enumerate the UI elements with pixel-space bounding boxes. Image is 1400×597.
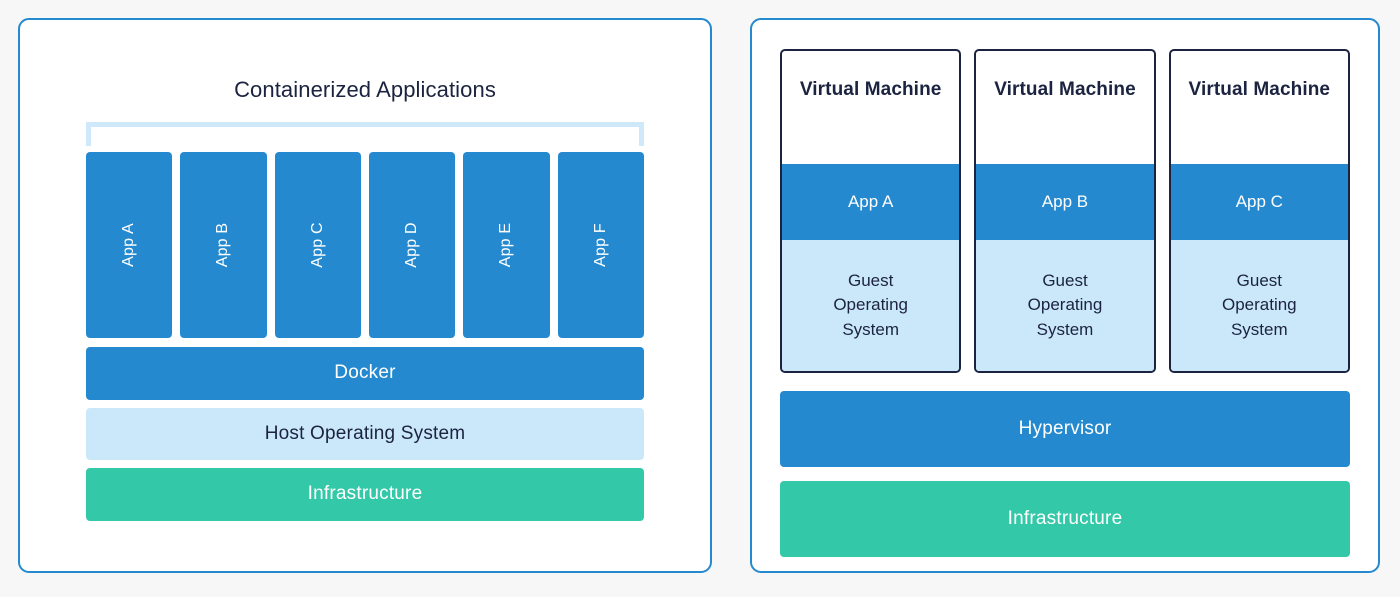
virtual-machines-panel-inner: Virtual Machine App A Guest Operating Sy…: [752, 20, 1378, 571]
container-app-label: App C: [308, 222, 326, 268]
host-operating-system-layer[interactable]: Host Operating System: [86, 407, 644, 460]
virtual-machine-box[interactable]: Virtual Machine App A Guest Operating Sy…: [780, 49, 962, 373]
virtual-machine-title: Virtual Machine: [1188, 79, 1331, 100]
virtual-machine-box[interactable]: Virtual Machine App C Guest Operating Sy…: [1168, 49, 1350, 373]
virtual-machine-app-label: App B: [976, 164, 1154, 240]
guest-os-line: Operating: [1027, 295, 1103, 315]
guest-os-line: System: [1230, 319, 1288, 339]
virtual-machines-row: Virtual Machine App A Guest Operating Sy…: [780, 49, 1350, 373]
container-app-label: App D: [403, 222, 421, 268]
container-app-box[interactable]: App B: [180, 151, 267, 338]
hypervisor-layer[interactable]: Hypervisor: [780, 391, 1350, 467]
guest-os-line: Operating: [833, 295, 908, 315]
guest-os-line: Guest: [1042, 271, 1088, 291]
container-app-box[interactable]: App D: [368, 151, 456, 338]
app-group-bracket: [86, 121, 644, 146]
virtual-machine-app-label: App C: [1170, 164, 1348, 240]
guest-os-line: System: [842, 319, 899, 339]
virtual-machine-app-label: App A: [782, 164, 960, 240]
diagram-canvas: Containerized Applications App A App B A…: [0, 0, 1400, 597]
infrastructure-layer-containers[interactable]: Infrastructure: [86, 467, 644, 521]
guest-os-line: Operating: [1221, 295, 1297, 315]
container-app-box[interactable]: App F: [557, 151, 644, 338]
container-apps-row: App A App B App C App D App E App F: [86, 151, 644, 338]
container-app-label: App E: [497, 222, 515, 268]
docker-layer[interactable]: Docker: [86, 346, 644, 400]
guest-operating-system-block: Guest Operating System: [976, 240, 1154, 371]
page-title: Containerized Applications: [234, 76, 496, 102]
container-app-box[interactable]: App C: [274, 151, 361, 338]
infrastructure-layer-vms[interactable]: Infrastructure: [780, 481, 1350, 557]
container-app-label: App F: [591, 222, 609, 267]
guest-operating-system-block: Guest Operating System: [1170, 240, 1348, 371]
containers-panel: Containerized Applications App A App B A…: [18, 18, 712, 573]
container-app-box[interactable]: App E: [463, 151, 550, 338]
virtual-machine-box[interactable]: Virtual Machine App B Guest Operating Sy…: [974, 49, 1156, 373]
containers-panel-inner: Containerized Applications App A App B A…: [20, 35, 710, 586]
virtual-machine-title: Virtual Machine: [994, 79, 1136, 100]
guest-os-line: Guest: [1236, 271, 1282, 291]
guest-operating-system-block: Guest Operating System: [782, 240, 960, 371]
container-app-label: App A: [120, 222, 138, 267]
container-app-label: App B: [214, 222, 232, 268]
virtual-machines-panel: Virtual Machine App A Guest Operating Sy…: [750, 18, 1380, 573]
guest-os-line: Guest: [847, 271, 894, 291]
guest-os-line: System: [1036, 319, 1094, 339]
container-app-box[interactable]: App A: [86, 151, 173, 338]
virtual-machine-title: Virtual Machine: [799, 79, 942, 100]
